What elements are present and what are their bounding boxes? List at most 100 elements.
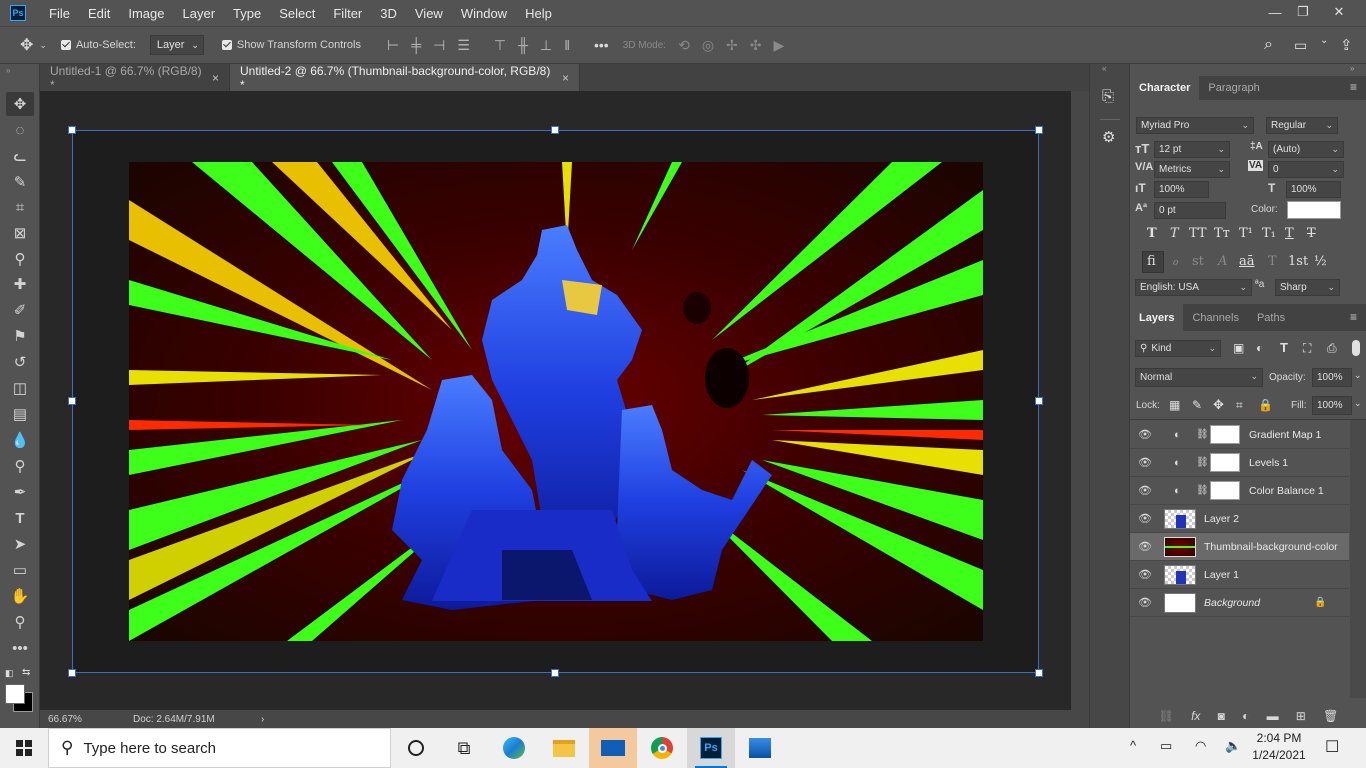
transform-handle-top-right[interactable]	[1035, 126, 1043, 134]
history-panel-icon[interactable]: ⎘	[1102, 88, 1114, 105]
search-icon[interactable]: ⌕	[1264, 36, 1273, 54]
transform-handle-bottom-left[interactable]	[68, 669, 76, 677]
visibility-eye-icon[interactable]: 👁	[1130, 428, 1160, 441]
zoom-tool-icon[interactable]: ⚲	[6, 610, 34, 634]
collapse-toolbar-icon[interactable]: »	[6, 66, 10, 75]
tab-paragraph[interactable]: Paragraph	[1199, 76, 1268, 100]
vertical-scrollbar[interactable]	[1071, 91, 1089, 710]
blur-tool-icon[interactable]: 💧	[6, 428, 34, 452]
delete-layer-icon[interactable]: 🗑	[1323, 709, 1338, 723]
visibility-eye-icon[interactable]: 👁	[1130, 456, 1160, 469]
lock-image-icon[interactable]: ✎	[1192, 398, 1202, 412]
layers-scrollbar[interactable]	[1350, 420, 1366, 698]
layer-mask-thumbnail[interactable]	[1210, 425, 1240, 444]
filter-adjustment-icon[interactable]: ◐	[1256, 341, 1263, 355]
fractions-button[interactable]: ½	[1314, 254, 1327, 269]
auto-select-checkbox[interactable]: Auto-Select:	[60, 39, 136, 51]
layer-filter-dropdown[interactable]: ⚲ Kind ⌄	[1135, 340, 1221, 357]
chevron-down-icon[interactable]: ⌄	[1354, 370, 1362, 381]
faux-bold-button[interactable]: T	[1147, 226, 1157, 241]
baseline-shift-field[interactable]: 0 pt	[1154, 202, 1226, 219]
transform-handle-top[interactable]	[551, 126, 559, 134]
visibility-eye-icon[interactable]: 👁	[1130, 568, 1160, 581]
show-hidden-icons-icon[interactable]: ^	[1130, 738, 1136, 753]
layer-mask-thumbnail[interactable]	[1210, 481, 1240, 500]
chevron-down-icon[interactable]: ⌄	[1354, 398, 1362, 409]
align-right-icon[interactable]: ⊣	[433, 37, 445, 54]
distribute-icon[interactable]: ☰	[457, 37, 470, 54]
3d-slide-icon[interactable]: ✣	[750, 37, 762, 54]
transform-bounding-box[interactable]	[72, 130, 1039, 673]
titling-alternates-button[interactable]: T	[1268, 254, 1277, 269]
chevron-down-icon[interactable]: ⌄	[39, 40, 47, 51]
swash-button[interactable]: A	[1218, 254, 1227, 269]
layer-row-levels[interactable]: 👁 ◐ ⛓ Levels 1	[1130, 449, 1349, 477]
eraser-tool-icon[interactable]: ◫	[6, 376, 34, 400]
eyedropper-tool-icon[interactable]: ⚲	[6, 247, 34, 271]
align-center-icon[interactable]: ╪	[411, 37, 421, 53]
blend-mode-dropdown[interactable]: Normal ⌄	[1135, 368, 1263, 387]
discretionary-ligatures-button[interactable]: st	[1192, 254, 1204, 269]
zoom-level[interactable]: 66.67%	[48, 714, 118, 725]
expand-panels-icon[interactable]: «	[1102, 64, 1106, 73]
align-bottom-icon[interactable]: ⊥	[540, 37, 552, 54]
workspace-icon[interactable]: ▭	[1294, 37, 1307, 54]
menu-type[interactable]: Type	[224, 6, 270, 21]
font-family-dropdown[interactable]: Myriad Pro ⌄	[1136, 117, 1254, 134]
document-canvas[interactable]	[68, 126, 1043, 677]
status-menu-arrow-icon[interactable]: ›	[261, 714, 264, 725]
text-color-swatch[interactable]	[1287, 201, 1341, 219]
wifi-icon[interactable]: ◠	[1195, 738, 1206, 754]
cortana-button[interactable]	[392, 728, 440, 768]
type-tool-icon[interactable]: T	[6, 506, 34, 530]
menu-layer[interactable]: Layer	[174, 6, 225, 21]
file-explorer-app[interactable]	[540, 728, 588, 768]
edit-toolbar-icon[interactable]: •••	[6, 636, 34, 660]
new-layer-icon[interactable]: ⊞	[1296, 709, 1306, 723]
align-left-icon[interactable]: ⊢	[387, 37, 399, 54]
battery-icon[interactable]: ▭	[1160, 738, 1172, 754]
distribute-vertical-icon[interactable]: ‖	[564, 37, 570, 53]
frame-tool-icon[interactable]: ⊠	[6, 221, 34, 245]
strikethrough-button[interactable]: T	[1307, 226, 1316, 241]
tab-channels[interactable]: Channels	[1183, 304, 1247, 331]
tab-character[interactable]: Character	[1130, 76, 1200, 100]
layer-thumbnail[interactable]	[1164, 536, 1196, 557]
default-colors-icon[interactable]: ◧	[5, 668, 14, 679]
rectangle-tool-icon[interactable]: ▭	[6, 558, 34, 582]
task-view-button[interactable]: ⧉	[440, 728, 488, 768]
transform-handle-left[interactable]	[68, 397, 76, 405]
move-tool-icon[interactable]: ✥	[6, 92, 34, 116]
foreground-color-swatch[interactable]	[5, 684, 25, 704]
3d-roll-icon[interactable]: ◎	[702, 37, 714, 54]
visibility-eye-icon[interactable]: 👁	[1130, 512, 1160, 525]
horizontal-scale-field[interactable]: 100%	[1286, 181, 1341, 198]
brush-tool-icon[interactable]: ✐	[6, 298, 34, 322]
hand-tool-icon[interactable]: ✋	[6, 584, 34, 608]
lock-transparent-icon[interactable]: ▦	[1169, 398, 1180, 412]
restore-icon[interactable]: ❐	[1286, 0, 1320, 24]
edge-app[interactable]	[490, 728, 538, 768]
visibility-eye-icon[interactable]: 👁	[1130, 540, 1160, 553]
anti-alias-dropdown[interactable]: Sharp ⌄	[1275, 279, 1340, 296]
new-group-icon[interactable]: ▬	[1267, 709, 1279, 723]
move-tool-preset-icon[interactable]: ✥	[20, 35, 33, 55]
menu-3d[interactable]: 3D	[371, 6, 406, 21]
menu-select[interactable]: Select	[270, 6, 324, 21]
panel-menu-icon[interactable]: ≡	[1350, 310, 1357, 324]
close-icon[interactable]: ×	[562, 71, 569, 85]
add-mask-icon[interactable]: ◙	[1218, 709, 1225, 723]
pen-tool-icon[interactable]: ✒	[6, 480, 34, 504]
swap-colors-icon[interactable]: ⇆	[22, 667, 30, 678]
tab-untitled-1[interactable]: Untitled-1 @ 66.7% (RGB/8) * ×	[40, 64, 230, 92]
tab-paths[interactable]: Paths	[1248, 304, 1294, 331]
language-dropdown[interactable]: English: USA ⌄	[1135, 279, 1252, 296]
all-caps-button[interactable]: TT	[1189, 226, 1207, 241]
filter-toggle[interactable]	[1352, 340, 1360, 356]
new-adjustment-layer-icon[interactable]: ◐	[1242, 709, 1249, 723]
link-icon[interactable]: ⛓	[1196, 485, 1210, 496]
lasso-tool-icon[interactable]: ᓚ	[6, 144, 34, 168]
contextual-alternates-button[interactable]: ℴ	[1172, 254, 1178, 269]
dodge-tool-icon[interactable]: ⚲	[6, 454, 34, 478]
filter-smart-object-icon[interactable]: ⎙	[1327, 341, 1337, 356]
